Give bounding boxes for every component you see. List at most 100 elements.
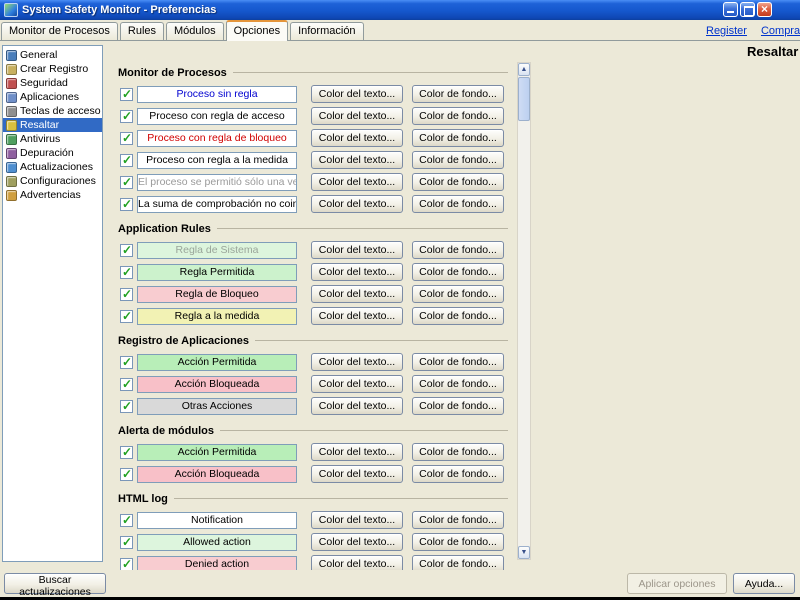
text-color-button[interactable]: Color del texto... [311, 195, 403, 213]
text-color-button[interactable]: Color del texto... [311, 241, 403, 259]
highlight-row: Notification Color del texto... Color de f… [112, 509, 510, 531]
bg-color-button[interactable]: Color de fondo... [412, 173, 504, 191]
register-link[interactable]: Register [706, 25, 747, 37]
help-button[interactable]: Ayuda... [733, 573, 795, 594]
row-checkbox[interactable] [120, 355, 133, 369]
scrollbar[interactable]: ▲ ▼ [517, 62, 531, 560]
text-color-button[interactable]: Color del texto... [311, 307, 403, 325]
bg-color-button[interactable]: Color de fondo... [412, 85, 504, 103]
warnings-icon [6, 189, 17, 201]
options-panel: Monitor de Procesos Proceso sin regla Colo… [112, 62, 510, 570]
sidebar-item-antivirus[interactable]: Antivirus [3, 132, 102, 146]
text-color-button[interactable]: Color del texto... [311, 443, 403, 461]
bg-color-button[interactable]: Color de fondo... [412, 353, 504, 371]
row-checkbox[interactable] [120, 109, 133, 123]
text-color-button[interactable]: Color del texto... [311, 129, 403, 147]
preferences-window: System Safety Monitor - Preferencias Mon… [0, 0, 800, 597]
section-title: Monitor de Procesos [118, 66, 227, 79]
row-checkbox[interactable] [120, 153, 133, 167]
sidebar-item-label: Advertencias [20, 189, 81, 201]
text-color-button[interactable]: Color del texto... [311, 397, 403, 415]
text-color-button[interactable]: Color del texto... [311, 173, 403, 191]
apply-options-button: Aplicar opciones [627, 573, 727, 594]
bg-color-button[interactable]: Color de fondo... [412, 151, 504, 169]
sidebar-item-actualizaciones[interactable]: Actualizaciones [3, 160, 102, 174]
text-color-button[interactable]: Color del texto... [311, 107, 403, 125]
bg-color-button[interactable]: Color de fondo... [412, 307, 504, 325]
bg-color-button[interactable]: Color de fondo... [412, 241, 504, 259]
tab-rules[interactable]: Rules [119, 22, 165, 40]
bg-color-button[interactable]: Color de fondo... [412, 555, 504, 570]
row-checkbox[interactable] [120, 131, 133, 145]
bg-color-button[interactable]: Color de fondo... [412, 263, 504, 281]
section-title: Application Rules [118, 222, 211, 235]
bg-color-button[interactable]: Color de fondo... [412, 107, 504, 125]
row-checkbox[interactable] [120, 265, 133, 279]
bg-color-button[interactable]: Color de fondo... [412, 443, 504, 461]
scroll-thumb[interactable] [518, 77, 530, 121]
row-checkbox[interactable] [120, 513, 133, 527]
text-color-button[interactable]: Color del texto... [311, 85, 403, 103]
row-checkbox[interactable] [120, 535, 133, 549]
row-checkbox[interactable] [120, 243, 133, 257]
color-sample: Denied action [137, 555, 297, 570]
sidebar-item-label: Antivirus [20, 133, 61, 145]
highlight-row: Regla de Bloqueo Color del texto... Color … [112, 283, 510, 305]
check-updates-button[interactable]: Buscar actualizaciones [4, 573, 106, 597]
text-color-button[interactable]: Color del texto... [311, 353, 403, 371]
bg-color-button[interactable]: Color de fondo... [412, 285, 504, 303]
bg-color-button[interactable]: Color de fondo... [412, 511, 504, 529]
comprar-ahora-link[interactable]: Comprar ahora [761, 25, 800, 37]
bg-color-button[interactable]: Color de fondo... [412, 195, 504, 213]
sidebar-item-crear-registro[interactable]: Crear Registro [3, 62, 102, 76]
bg-color-button[interactable]: Color de fondo... [412, 465, 504, 483]
row-checkbox[interactable] [120, 175, 133, 189]
tab-módulos[interactable]: Módulos [166, 22, 224, 40]
row-checkbox[interactable] [120, 445, 133, 459]
highlight-row: El proceso se permitió sólo una vez Color… [112, 171, 510, 193]
tab-monitor-de-procesos[interactable]: Monitor de Procesos [1, 22, 118, 40]
sidebar-item-resaltar[interactable]: Resaltar [3, 118, 102, 132]
minimize-button[interactable] [723, 2, 738, 17]
bg-color-button[interactable]: Color de fondo... [412, 375, 504, 393]
text-color-button[interactable]: Color del texto... [311, 533, 403, 551]
antivirus-icon [6, 133, 17, 145]
text-color-button[interactable]: Color del texto... [311, 375, 403, 393]
bg-color-button[interactable]: Color de fondo... [412, 129, 504, 147]
scroll-down-button[interactable]: ▼ [518, 546, 530, 559]
sidebar-item-label: Configuraciones [20, 175, 96, 187]
text-color-button[interactable]: Color del texto... [311, 555, 403, 570]
close-button[interactable] [757, 2, 772, 17]
text-color-button[interactable]: Color del texto... [311, 151, 403, 169]
text-color-button[interactable]: Color del texto... [311, 263, 403, 281]
scroll-up-button[interactable]: ▲ [518, 63, 530, 76]
sidebar-item-advertencias[interactable]: Advertencias [3, 188, 102, 202]
row-checkbox[interactable] [120, 287, 133, 301]
sidebar-item-aplicaciones[interactable]: Aplicaciones [3, 90, 102, 104]
row-checkbox[interactable] [120, 467, 133, 481]
sidebar-item-depuración[interactable]: Depuración [3, 146, 102, 160]
row-checkbox[interactable] [120, 377, 133, 391]
general-icon [6, 49, 17, 61]
color-sample: Regla a la medida [137, 307, 297, 325]
bg-color-button[interactable]: Color de fondo... [412, 533, 504, 551]
app-icon[interactable] [4, 3, 18, 17]
row-checkbox[interactable] [120, 399, 133, 413]
sidebar-item-configuraciones[interactable]: Configuraciones [3, 174, 102, 188]
bg-color-button[interactable]: Color de fondo... [412, 397, 504, 415]
updates-icon [6, 161, 17, 173]
row-checkbox[interactable] [120, 87, 133, 101]
sidebar-item-general[interactable]: General [3, 48, 102, 62]
sidebar-item-seguridad[interactable]: Seguridad [3, 76, 102, 90]
row-checkbox[interactable] [120, 197, 133, 211]
row-checkbox[interactable] [120, 309, 133, 323]
text-color-button[interactable]: Color del texto... [311, 285, 403, 303]
text-color-button[interactable]: Color del texto... [311, 511, 403, 529]
row-checkbox[interactable] [120, 557, 133, 570]
text-color-button[interactable]: Color del texto... [311, 465, 403, 483]
tab-información[interactable]: Información [290, 22, 364, 40]
page-title: Resaltar [747, 44, 799, 59]
maximize-button[interactable] [740, 2, 755, 17]
tab-opciones[interactable]: Opciones [225, 20, 289, 41]
sidebar-item-teclas-de-acceso-r[interactable]: Teclas de acceso r... [3, 104, 102, 118]
